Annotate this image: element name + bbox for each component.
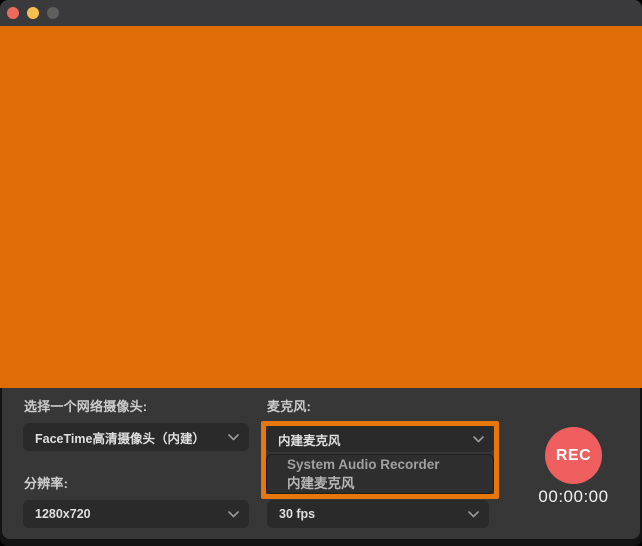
traffic-lights bbox=[7, 7, 59, 19]
record-button-label: REC bbox=[555, 446, 592, 464]
fps-select-value: 30 fps bbox=[279, 507, 316, 521]
microphone-select[interactable]: 内建麦克风 bbox=[266, 426, 494, 452]
webcam-select-value: FaceTime高清摄像头（内建） bbox=[35, 431, 205, 446]
webcam-preview bbox=[0, 26, 642, 388]
fps-select[interactable]: 30 fps bbox=[267, 500, 489, 528]
microphone-label: 麦克风: bbox=[267, 399, 312, 414]
title-bar bbox=[0, 0, 642, 26]
menu-item-system-audio-recorder[interactable]: System Audio Recorder bbox=[287, 456, 493, 474]
chevron-down-icon bbox=[473, 435, 484, 442]
zoom-button bbox=[47, 7, 59, 19]
app-window: 选择一个网络摄像头: FaceTime高清摄像头（内建） 分辨率: 1280x7… bbox=[0, 0, 642, 546]
resolution-label: 分辨率: bbox=[24, 476, 69, 491]
microphone-dropdown-menu: System Audio Recorder 内建麦克风 bbox=[266, 454, 494, 494]
chevron-down-icon bbox=[228, 510, 239, 517]
menu-item-built-in-microphone[interactable]: 内建麦克风 bbox=[287, 475, 493, 493]
chevron-down-icon bbox=[468, 510, 479, 517]
resolution-select[interactable]: 1280x720 bbox=[23, 500, 249, 528]
record-timer: 00:00:00 bbox=[538, 487, 609, 506]
resolution-select-value: 1280x720 bbox=[35, 507, 91, 521]
webcam-label: 选择一个网络摄像头: bbox=[24, 399, 148, 414]
minimize-button[interactable] bbox=[27, 7, 39, 19]
control-bar: 选择一个网络摄像头: FaceTime高清摄像头（内建） 分辨率: 1280x7… bbox=[0, 388, 642, 546]
control-panel: 选择一个网络摄像头: FaceTime高清摄像头（内建） 分辨率: 1280x7… bbox=[2, 388, 640, 539]
close-button[interactable] bbox=[7, 7, 19, 19]
microphone-highlight-box: 内建麦克风 System Audio Recorder 内建麦克风 bbox=[261, 421, 499, 499]
record-button[interactable]: REC bbox=[545, 427, 602, 484]
microphone-select-value: 内建麦克风 bbox=[278, 433, 341, 448]
chevron-down-icon bbox=[228, 433, 239, 440]
webcam-select[interactable]: FaceTime高清摄像头（内建） bbox=[23, 423, 249, 451]
